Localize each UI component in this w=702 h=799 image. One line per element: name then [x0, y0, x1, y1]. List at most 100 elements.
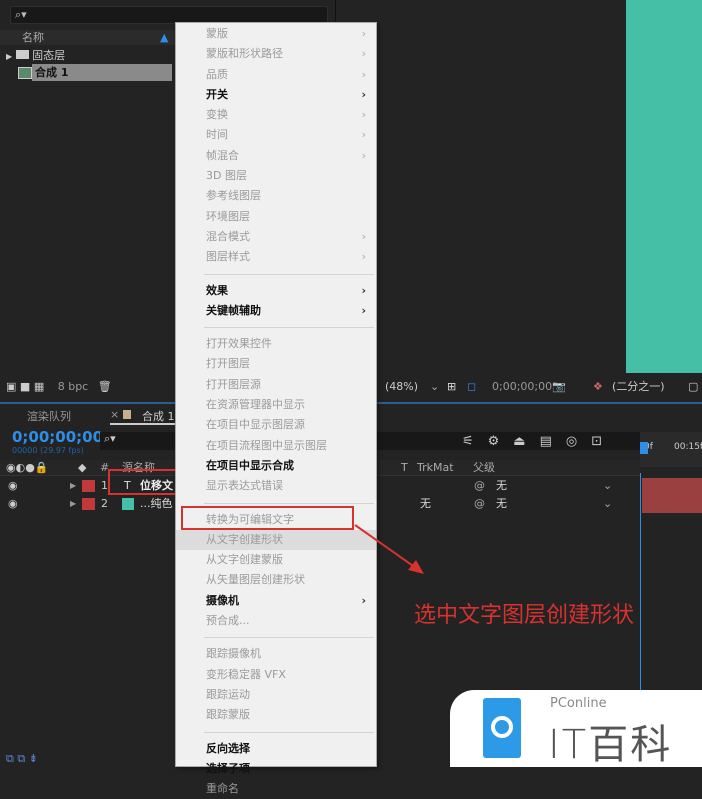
project-item-folder[interactable]: ▶ 固态层: [0, 47, 175, 64]
transparency-grid-icon[interactable]: ◻: [467, 378, 476, 396]
menu-item[interactable]: 选择子项: [176, 759, 376, 779]
menu-item[interactable]: 参考线图层: [176, 186, 376, 206]
menu-item[interactable]: 变形稳定器 VFX: [176, 665, 376, 685]
chevron-right-icon: ›: [361, 229, 366, 243]
trkmat-dropdown[interactable]: 无: [420, 495, 431, 513]
menu-item[interactable]: 3D 图层: [176, 166, 376, 186]
menu-item[interactable]: 从矢量图层创建形状: [176, 570, 376, 590]
menu-item[interactable]: 在项目中显示合成: [176, 456, 376, 476]
menu-item-label: 打开图层: [206, 357, 250, 371]
eye-icon[interactable]: ◉: [8, 495, 18, 513]
snapshot-icon[interactable]: 📷: [552, 378, 566, 396]
ruler-tick: 00:15f: [674, 442, 702, 452]
project-column-name[interactable]: 名称 ▲: [0, 30, 175, 45]
time-ruler[interactable]: 0f 00:15f: [640, 432, 702, 467]
menu-item[interactable]: 蒙版 ›: [176, 24, 376, 44]
item-label: 固态层: [32, 49, 66, 62]
chevron-down-icon[interactable]: ⌄: [430, 378, 439, 396]
comp-preview[interactable]: [626, 0, 702, 373]
pickwhip-icon[interactable]: @: [474, 495, 485, 513]
menu-item-label: 选择子项: [206, 761, 250, 775]
chevron-right-icon: ›: [361, 128, 366, 142]
menu-item[interactable]: 时间 ›: [176, 125, 376, 145]
chevron-down-icon[interactable]: ⌄: [603, 477, 612, 495]
zoom-dropdown[interactable]: (48%): [385, 378, 418, 396]
layer-bars[interactable]: [642, 478, 702, 513]
menu-item[interactable]: 品质 ›: [176, 65, 376, 85]
expand-icon[interactable]: ▶: [70, 495, 76, 513]
parent-dropdown[interactable]: 无: [496, 477, 507, 495]
tab-render-queue[interactable]: 渲染队列: [27, 408, 71, 424]
menu-item-label: 3D 图层: [206, 169, 247, 183]
menu-item[interactable]: 变换 ›: [176, 105, 376, 125]
tab-comp[interactable]: 合成 1: [142, 408, 175, 424]
current-time[interactable]: 0;00;00;00: [492, 378, 552, 396]
menu-item[interactable]: 跟踪摄像机: [176, 644, 376, 664]
menu-item[interactable]: 重命名: [176, 779, 376, 799]
menu-item[interactable]: 从文字创建形状: [176, 529, 376, 551]
timeline-switches[interactable]: ⚟⚙⏏▤◎⊡: [462, 434, 616, 449]
menu-item-label: 在资源管理器中显示: [206, 398, 305, 412]
menu-item[interactable]: 显示表达式错误: [176, 476, 376, 496]
menu-item[interactable]: 跟踪蒙版: [176, 705, 376, 725]
menu-item[interactable]: 环境图层: [176, 207, 376, 227]
menu-item[interactable]: 效果 ›: [176, 281, 376, 301]
menu-item[interactable]: 帧混合 ›: [176, 146, 376, 166]
menu-item[interactable]: 预合成...: [176, 611, 376, 631]
menu-item-label: 反向选择: [206, 741, 250, 755]
menu-item-label: 打开图层源: [206, 377, 261, 391]
chevron-right-icon: ›: [361, 47, 366, 61]
parent-dropdown[interactable]: 无: [496, 495, 507, 513]
sort-arrow-icon[interactable]: ▲: [160, 30, 168, 45]
av-switches-icon: ◉◐●🔒: [6, 461, 49, 474]
menu-item[interactable]: 图层样式 ›: [176, 247, 376, 267]
layer-name[interactable]: ...纯色: [140, 495, 173, 513]
chevron-right-icon: ›: [361, 27, 366, 40]
col-t: T: [401, 461, 408, 474]
label-color[interactable]: [82, 498, 95, 510]
timeline-footer-icons[interactable]: ⧉ ⧉ ⇟: [6, 752, 38, 766]
bpc-button[interactable]: 8 bpc: [58, 380, 89, 393]
chevron-right-icon: ›: [361, 283, 366, 297]
layer-num: 2: [101, 497, 108, 510]
menu-item[interactable]: 跟踪运动: [176, 685, 376, 705]
trash-icon[interactable]: 🗑: [98, 380, 112, 393]
menu-item[interactable]: 打开效果控件: [176, 334, 376, 354]
timeline-timecode[interactable]: 0;00;00;00: [12, 428, 103, 446]
menu-separator: [204, 637, 374, 639]
resolution-dropdown[interactable]: (二分之一): [612, 378, 665, 396]
expand-icon[interactable]: ▶: [6, 52, 12, 61]
chevron-down-icon[interactable]: ⌄: [603, 495, 612, 513]
pickwhip-icon[interactable]: @: [474, 477, 485, 495]
new-comp-icon[interactable]: ▦: [34, 380, 44, 393]
color-channels-icon[interactable]: ❖: [593, 378, 603, 396]
chevron-right-icon: ›: [361, 87, 366, 101]
menu-item-label: 摄像机: [206, 593, 239, 607]
menu-item[interactable]: 在项目流程图中显示图层: [176, 436, 376, 456]
menu-item[interactable]: 反向选择: [176, 739, 376, 759]
menu-item[interactable]: 从文字创建蒙版: [176, 550, 376, 570]
playhead[interactable]: [640, 442, 648, 454]
menu-item[interactable]: 打开图层: [176, 354, 376, 374]
annotation-text: 选中文字图层创建形状: [414, 603, 635, 628]
expand-icon[interactable]: ▶: [70, 477, 76, 495]
label-color[interactable]: [82, 480, 95, 492]
menu-item[interactable]: 摄像机 ›: [176, 591, 376, 611]
menu-item-label: 开关: [206, 87, 228, 101]
eye-icon[interactable]: ◉: [8, 477, 18, 495]
menu-item[interactable]: 打开图层源: [176, 375, 376, 395]
close-tab-icon[interactable]: ×: [110, 408, 119, 421]
menu-item[interactable]: 在资源管理器中显示: [176, 395, 376, 415]
region-icon[interactable]: ⊞: [447, 378, 456, 396]
menu-item[interactable]: 在项目中显示图层源: [176, 415, 376, 435]
menu-item-label: 蒙版和形状路径: [206, 47, 283, 61]
menu-highlight-box: [181, 506, 354, 530]
view-options-icon[interactable]: ▢: [688, 378, 698, 396]
menu-item[interactable]: 开关 ›: [176, 85, 376, 105]
menu-item[interactable]: 关键帧辅助 ›: [176, 301, 376, 321]
menu-item[interactable]: 混合模式 ›: [176, 227, 376, 247]
new-folder-icon[interactable]: ■: [20, 380, 30, 393]
interpret-footage-icon[interactable]: ▣: [6, 380, 16, 393]
project-item-comp[interactable]: 合成 1: [0, 64, 175, 81]
menu-item[interactable]: 蒙版和形状路径 ›: [176, 44, 376, 64]
